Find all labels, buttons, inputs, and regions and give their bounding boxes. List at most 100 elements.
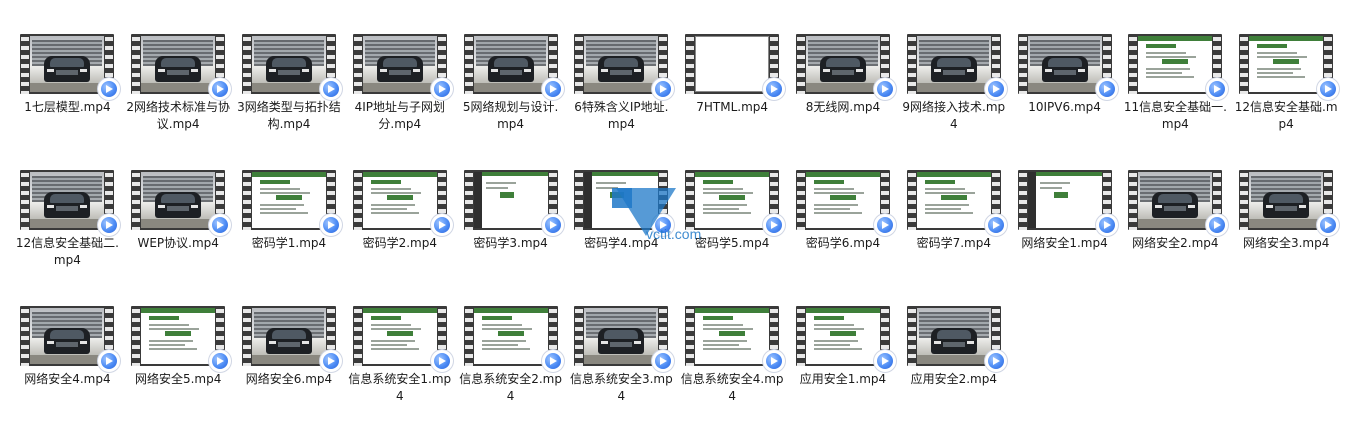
video-file-item[interactable]: 8无线网.mp4 bbox=[788, 34, 899, 170]
video-file-item[interactable]: 网络安全4.mp4 bbox=[12, 306, 123, 442]
file-name[interactable]: 4IP地址与子网划分.mp4 bbox=[348, 99, 452, 133]
video-thumbnail[interactable] bbox=[1128, 170, 1229, 236]
file-name[interactable]: 应用安全1.mp4 bbox=[791, 371, 895, 388]
video-file-item[interactable]: 7HTML.mp4 bbox=[677, 34, 788, 170]
file-name[interactable]: 密码学7.mp4 bbox=[902, 235, 1006, 252]
file-name[interactable]: 12信息安全基础二.mp4 bbox=[15, 235, 119, 269]
file-name[interactable]: 9网络接入技术.mp4 bbox=[902, 99, 1006, 133]
file-name[interactable]: 网络安全4.mp4 bbox=[15, 371, 119, 388]
file-name[interactable]: 信息系统安全2.mp4 bbox=[459, 371, 563, 405]
video-thumbnail[interactable] bbox=[906, 34, 1007, 100]
video-file-item[interactable]: 密码学2.mp4 bbox=[344, 170, 455, 306]
video-thumbnail[interactable] bbox=[463, 170, 564, 236]
video-file-item[interactable]: 网络安全1.mp4 bbox=[1009, 170, 1120, 306]
file-name[interactable]: 密码学4.mp4 bbox=[569, 235, 673, 252]
file-name[interactable]: 密码学2.mp4 bbox=[348, 235, 452, 252]
video-file-item[interactable]: 3网络类型与拓扑结构.mp4 bbox=[234, 34, 345, 170]
video-file-item[interactable]: WEP协议.mp4 bbox=[123, 170, 234, 306]
file-name[interactable]: 2网络技术标准与协议.mp4 bbox=[126, 99, 230, 133]
video-thumbnail[interactable] bbox=[1239, 170, 1340, 236]
file-name[interactable]: 7HTML.mp4 bbox=[680, 99, 784, 116]
video-thumbnail[interactable] bbox=[463, 306, 564, 372]
video-file-item[interactable]: 密码学6.mp4 bbox=[788, 170, 899, 306]
video-thumbnail[interactable] bbox=[131, 34, 232, 100]
video-thumbnail[interactable] bbox=[352, 306, 453, 372]
video-thumbnail[interactable] bbox=[685, 34, 786, 100]
file-name[interactable]: 网络安全6.mp4 bbox=[237, 371, 341, 388]
file-name[interactable]: 密码学3.mp4 bbox=[459, 235, 563, 252]
file-name[interactable]: 5网络规划与设计.mp4 bbox=[459, 99, 563, 133]
video-thumbnail[interactable] bbox=[131, 306, 232, 372]
video-thumbnail[interactable] bbox=[1128, 34, 1229, 100]
file-name[interactable]: 应用安全2.mp4 bbox=[902, 371, 1006, 388]
video-thumbnail[interactable] bbox=[1017, 170, 1118, 236]
video-file-item[interactable]: 12信息安全基础.mp4 bbox=[1231, 34, 1342, 170]
video-file-item[interactable]: 密码学3.mp4 bbox=[455, 170, 566, 306]
video-thumbnail[interactable] bbox=[463, 34, 564, 100]
video-file-item[interactable]: 11信息安全基础一.mp4 bbox=[1120, 34, 1231, 170]
file-name[interactable]: 密码学6.mp4 bbox=[791, 235, 895, 252]
video-file-item[interactable]: 5网络规划与设计.mp4 bbox=[455, 34, 566, 170]
video-thumbnail[interactable] bbox=[906, 306, 1007, 372]
video-file-item[interactable]: 4IP地址与子网划分.mp4 bbox=[344, 34, 455, 170]
file-name[interactable]: 密码学1.mp4 bbox=[237, 235, 341, 252]
video-thumbnail[interactable] bbox=[685, 306, 786, 372]
video-file-item[interactable]: 12信息安全基础二.mp4 bbox=[12, 170, 123, 306]
video-file-item[interactable]: 信息系统安全1.mp4 bbox=[344, 306, 455, 442]
file-name[interactable]: 8无线网.mp4 bbox=[791, 99, 895, 116]
file-name[interactable]: 3网络类型与拓扑结构.mp4 bbox=[237, 99, 341, 133]
video-file-item[interactable]: 2网络技术标准与协议.mp4 bbox=[123, 34, 234, 170]
video-file-item[interactable]: 应用安全1.mp4 bbox=[788, 306, 899, 442]
video-thumbnail[interactable] bbox=[1017, 34, 1118, 100]
video-thumbnail[interactable] bbox=[795, 170, 896, 236]
video-thumbnail[interactable] bbox=[241, 170, 342, 236]
file-name[interactable]: 网络安全3.mp4 bbox=[1234, 235, 1338, 252]
video-file-item[interactable]: 网络安全3.mp4 bbox=[1231, 170, 1342, 306]
video-file-item[interactable]: 信息系统安全2.mp4 bbox=[455, 306, 566, 442]
video-thumbnail[interactable] bbox=[131, 170, 232, 236]
video-file-item[interactable]: 10IPV6.mp4 bbox=[1009, 34, 1120, 170]
file-name[interactable]: 信息系统安全1.mp4 bbox=[348, 371, 452, 405]
video-thumbnail[interactable] bbox=[795, 34, 896, 100]
video-file-item[interactable]: 6特殊含义IP地址.mp4 bbox=[566, 34, 677, 170]
video-thumbnail[interactable] bbox=[795, 306, 896, 372]
video-thumbnail[interactable] bbox=[906, 170, 1007, 236]
video-thumbnail[interactable] bbox=[574, 306, 675, 372]
video-file-item[interactable]: 网络安全2.mp4 bbox=[1120, 170, 1231, 306]
file-name[interactable]: 网络安全1.mp4 bbox=[1013, 235, 1117, 252]
video-file-item[interactable]: 密码学7.mp4 bbox=[898, 170, 1009, 306]
video-thumbnail[interactable] bbox=[20, 306, 121, 372]
video-thumbnail[interactable] bbox=[1239, 34, 1340, 100]
video-file-item[interactable]: 网络安全5.mp4 bbox=[123, 306, 234, 442]
video-file-item[interactable]: 1七层模型.mp4 bbox=[12, 34, 123, 170]
video-file-item[interactable]: 密码学4.mp4 bbox=[566, 170, 677, 306]
file-name[interactable]: 网络安全2.mp4 bbox=[1123, 235, 1227, 252]
video-file-item[interactable]: 网络安全6.mp4 bbox=[234, 306, 345, 442]
file-name[interactable]: 1七层模型.mp4 bbox=[15, 99, 119, 116]
video-file-item[interactable]: 密码学5.mp4 bbox=[677, 170, 788, 306]
video-file-item[interactable]: 9网络接入技术.mp4 bbox=[898, 34, 1009, 170]
video-thumbnail[interactable] bbox=[574, 170, 675, 236]
file-name[interactable]: 信息系统安全3.mp4 bbox=[569, 371, 673, 405]
car-thumbnail bbox=[916, 308, 991, 364]
video-thumbnail[interactable] bbox=[352, 170, 453, 236]
file-name[interactable]: 信息系统安全4.mp4 bbox=[680, 371, 784, 405]
video-file-item[interactable]: 信息系统安全4.mp4 bbox=[677, 306, 788, 442]
file-name[interactable]: 12信息安全基础.mp4 bbox=[1234, 99, 1338, 133]
file-name[interactable]: WEP协议.mp4 bbox=[126, 235, 230, 252]
file-name[interactable]: 密码学5.mp4 bbox=[680, 235, 784, 252]
file-name[interactable]: 网络安全5.mp4 bbox=[126, 371, 230, 388]
video-thumbnail[interactable] bbox=[352, 34, 453, 100]
file-name[interactable]: 11信息安全基础一.mp4 bbox=[1123, 99, 1227, 133]
video-thumbnail[interactable] bbox=[241, 306, 342, 372]
video-file-item[interactable]: 应用安全2.mp4 bbox=[898, 306, 1009, 442]
video-file-item[interactable]: 密码学1.mp4 bbox=[234, 170, 345, 306]
video-thumbnail[interactable] bbox=[20, 34, 121, 100]
file-name[interactable]: 6特殊含义IP地址.mp4 bbox=[569, 99, 673, 133]
video-thumbnail[interactable] bbox=[20, 170, 121, 236]
video-thumbnail[interactable] bbox=[241, 34, 342, 100]
file-name[interactable]: 10IPV6.mp4 bbox=[1013, 99, 1117, 116]
video-file-item[interactable]: 信息系统安全3.mp4 bbox=[566, 306, 677, 442]
video-thumbnail[interactable] bbox=[574, 34, 675, 100]
video-thumbnail[interactable] bbox=[685, 170, 786, 236]
